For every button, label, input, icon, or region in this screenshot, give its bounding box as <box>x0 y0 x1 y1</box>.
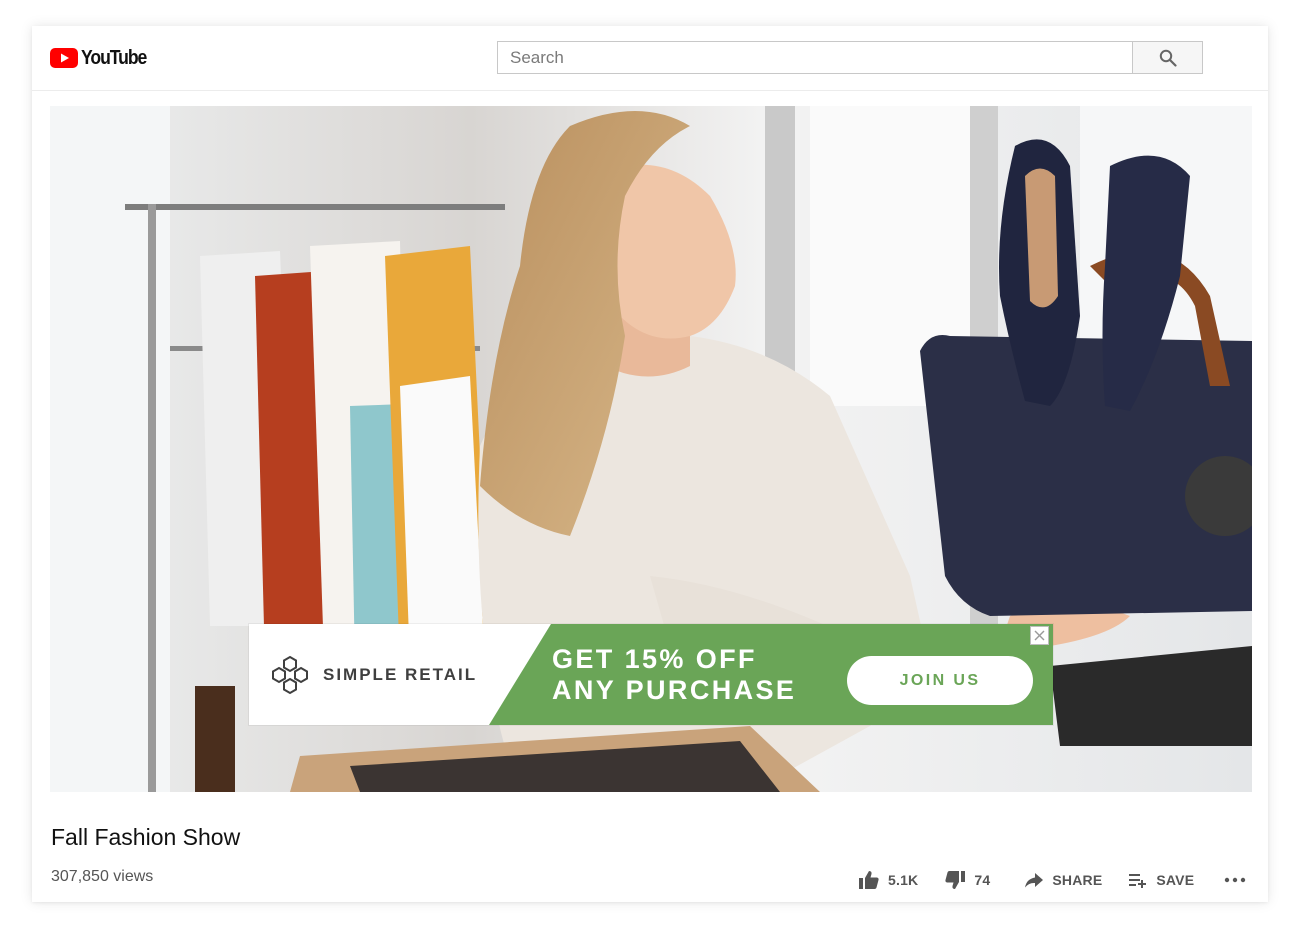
save-label: SAVE <box>1156 872 1195 888</box>
ad-close-button[interactable] <box>1030 626 1049 645</box>
dislike-button[interactable]: 74 <box>944 870 990 890</box>
search-bar <box>497 41 1203 74</box>
video-title: Fall Fashion Show <box>51 824 241 850</box>
like-count: 5.1K <box>888 872 919 888</box>
youtube-logo[interactable]: YouTube <box>50 46 155 70</box>
search-button[interactable] <box>1132 41 1203 74</box>
search-input[interactable] <box>497 41 1133 74</box>
ad-headline-line2: ANY PURCHASE <box>552 675 797 705</box>
more-horizontal-icon <box>1225 877 1246 883</box>
hexagon-logo-icon <box>272 655 308 695</box>
more-actions-button[interactable] <box>1224 877 1246 883</box>
playlist-add-icon <box>1129 874 1147 888</box>
ad-brand-name: SIMPLE RETAIL <box>323 665 478 684</box>
thumbs-up-icon <box>859 871 879 889</box>
share-arrow-icon <box>1025 873 1044 888</box>
like-button[interactable]: 5.1K <box>858 870 918 890</box>
overlay-ad[interactable]: SIMPLE RETAIL GET 15% OFF ANY PURCHASE J… <box>249 624 1053 725</box>
save-button[interactable]: SAVE <box>1128 871 1194 889</box>
ad-headline: GET 15% OFF ANY PURCHASE <box>552 644 796 706</box>
video-actions: 5.1K 74 SHARE SAVE <box>858 868 1246 892</box>
dislike-count: 74 <box>974 872 991 888</box>
search-icon <box>1159 49 1177 67</box>
join-us-button[interactable]: JOIN US <box>847 656 1033 705</box>
close-icon <box>1034 630 1045 641</box>
youtube-logo-icon <box>50 48 78 68</box>
ad-headline-line1: GET 15% OFF <box>552 644 757 674</box>
logo-text: YouTube <box>81 46 147 69</box>
share-button[interactable]: SHARE <box>1024 871 1102 889</box>
view-count: 307,850 views <box>51 868 154 885</box>
share-label: SHARE <box>1052 872 1103 888</box>
youtube-page: YouTube Search SIMPLE RETAIL GET 15% OFF… <box>32 26 1268 902</box>
thumbs-down-icon <box>945 871 966 889</box>
top-bar: YouTube <box>32 26 1268 91</box>
video-player[interactable]: SIMPLE RETAIL GET 15% OFF ANY PURCHASE J… <box>50 106 1252 792</box>
ad-brand: SIMPLE RETAIL <box>269 654 477 696</box>
